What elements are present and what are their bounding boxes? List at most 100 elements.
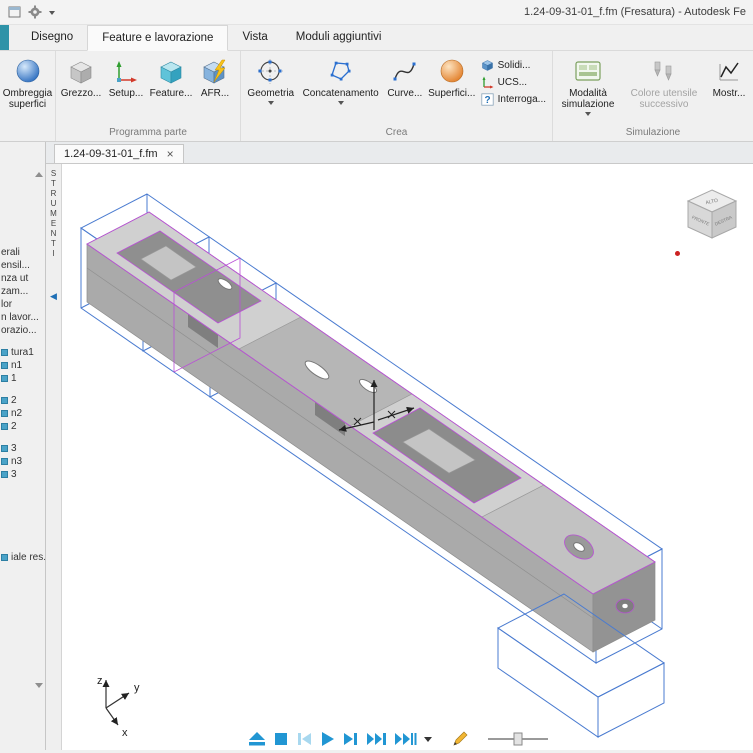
tree-item[interactable]: nza ut [0, 272, 45, 285]
geometria-button[interactable]: Geometria [243, 54, 299, 106]
tree-node-icon [1, 375, 8, 382]
setup-axes-icon [113, 55, 139, 88]
tab-feature-e-lavorazione[interactable]: Feature e lavorazione [87, 25, 229, 51]
chevron-down-icon [585, 112, 591, 117]
tree-item-label: nza ut [1, 273, 29, 284]
ucs-button[interactable]: UCS... [481, 76, 546, 89]
tree-item[interactable]: lor [0, 298, 45, 311]
afr-button[interactable]: AFR... [194, 54, 236, 99]
strumenti-panel-strip[interactable]: STRUMENTI ◀ [46, 164, 62, 750]
close-tab-icon[interactable]: × [167, 148, 174, 160]
mostra-button[interactable]: Mostr... [707, 54, 751, 99]
collapse-panel-button[interactable]: ◀ [50, 291, 57, 302]
app-window-icon[interactable] [8, 6, 21, 18]
document-tab[interactable]: 1.24-09-31-01_f.fm × [54, 144, 184, 163]
tree-item[interactable]: n lavor... [0, 311, 45, 324]
tree-item-label: 2 [11, 395, 17, 406]
triad-x-label: x [122, 727, 128, 739]
tree-item-label: n3 [11, 456, 23, 467]
speed-slider[interactable] [486, 731, 550, 747]
origin-marker-dot [675, 251, 680, 256]
tree-item[interactable]: zam... [0, 285, 45, 298]
play-button[interactable] [320, 731, 335, 747]
tree-item-label: 3 [11, 469, 17, 480]
playback-options-chevron[interactable] [424, 736, 433, 742]
solidi-button[interactable]: Solidi... [481, 59, 546, 72]
window-title: 1.24-09-31-01_f.fm (Fresatura) - Autodes… [524, 6, 746, 18]
step-back-button[interactable] [296, 731, 313, 747]
ribbon-group-shade: Ombreggia superfici [0, 51, 56, 141]
tree-item-label: lor [1, 299, 13, 310]
edit-pencil-button[interactable] [451, 730, 469, 748]
tree-item-label: 2 [11, 421, 17, 432]
tree-item[interactable]: n3 [0, 455, 45, 468]
interroga-button[interactable]: ? Interroga... [481, 93, 546, 106]
svg-text:?: ? [484, 95, 490, 106]
tree-item[interactable]: ensil... [0, 259, 45, 272]
chevron-down-icon[interactable] [49, 11, 55, 15]
tree-item[interactable]: orazio... [0, 324, 45, 337]
tree-item[interactable]: iale res... [0, 551, 45, 564]
tree-node-icon [1, 471, 8, 478]
curve-button[interactable]: Curve... [383, 54, 427, 99]
tree-item[interactable]: 3 [0, 442, 45, 455]
next-operation-button[interactable] [394, 731, 417, 747]
stock-cube-icon [68, 55, 94, 88]
strumenti-label: STRUMENTI [49, 169, 58, 259]
colore-utensile-successivo-button[interactable]: Colore utensile successivo [621, 54, 707, 110]
tree-item[interactable]: tura1 [0, 346, 45, 359]
chevron-down-icon [337, 101, 344, 106]
gear-icon[interactable] [28, 5, 42, 19]
tree-item[interactable]: n1 [0, 359, 45, 372]
tree-item-label: 1 [11, 373, 17, 384]
ombreggia-superfici-button[interactable]: Ombreggia superfici [2, 54, 53, 110]
tree-item-label: ensil... [1, 260, 30, 271]
afr-cube-lightning-icon [202, 55, 229, 88]
step-forward-button[interactable] [342, 731, 359, 747]
tree-item[interactable]: 2 [0, 394, 45, 407]
superfici-button[interactable]: Superfici... [427, 54, 477, 99]
tree-node-icon [1, 362, 8, 369]
title-bar: 1.24-09-31-01_f.fm (Fresatura) - Autodes… [0, 0, 753, 25]
axis-triad [102, 680, 130, 726]
tab-disegno[interactable]: Disegno [17, 25, 87, 50]
setup-button[interactable]: Setup... [104, 54, 148, 99]
grezzo-button[interactable]: Grezzo... [58, 54, 104, 99]
tree-item-label: iale res... [11, 552, 45, 563]
tree-node-icon [1, 410, 8, 417]
geometry-circle-icon [257, 55, 284, 88]
tree-node-icon [1, 397, 8, 404]
part-model-view[interactable]: z y x [62, 164, 752, 750]
concatenamento-button[interactable]: Concatenamento [299, 54, 383, 106]
tree-item[interactable]: erali [0, 246, 45, 259]
tree-item-label: n1 [11, 360, 23, 371]
triad-z-label: z [97, 675, 103, 687]
question-icon: ? [481, 93, 494, 106]
tree-node-icon [1, 445, 8, 452]
tree-item-label: n2 [11, 408, 23, 419]
tab-vista[interactable]: Vista [228, 25, 281, 50]
quick-access-toolbar [0, 5, 55, 19]
tab-moduli-aggiuntivi[interactable]: Moduli aggiuntivi [282, 25, 396, 50]
simulation-mode-icon [574, 55, 602, 88]
tree-item[interactable]: 1 [0, 372, 45, 385]
tree-item[interactable]: n2 [0, 407, 45, 420]
tree-item[interactable]: 3 [0, 468, 45, 481]
curve-icon [391, 55, 418, 88]
fast-forward-end-button[interactable] [366, 731, 387, 747]
stop-button[interactable] [273, 731, 289, 747]
tree-scroll-down-button[interactable] [35, 683, 43, 688]
modalita-simulazione-button[interactable]: Modalità simulazione [555, 54, 621, 117]
tree-node-icon [1, 554, 8, 561]
tree-scroll-up-button[interactable] [35, 172, 43, 177]
view-cube[interactable]: ALTO FRONTE DESTRA [680, 184, 744, 249]
eject-button[interactable] [248, 731, 266, 747]
tree-item-label: erali [1, 247, 20, 258]
surface-sphere-icon [438, 55, 466, 88]
app-tab-stub[interactable] [0, 25, 9, 50]
ribbon-tab-bar: Disegno Feature e lavorazione Vista Modu… [0, 25, 753, 51]
feature-button[interactable]: Feature... [148, 54, 194, 99]
tree-item[interactable]: 2 [0, 420, 45, 433]
operations-tree-panel[interactable]: erali ensil... nza ut zam... lor n lavor… [0, 142, 46, 750]
viewport-canvas[interactable]: z y x ALTO FRONTE DESTRA [62, 164, 753, 750]
